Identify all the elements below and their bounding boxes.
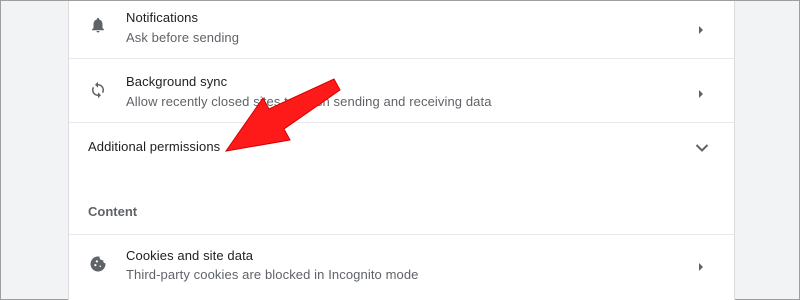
background-sync-title: Background sync <box>126 74 228 89</box>
notifications-subtitle: Ask before sending <box>126 30 240 45</box>
notifications-row[interactable]: Notifications Ask before sending <box>69 1 734 59</box>
content-section-heading: Content <box>88 204 138 219</box>
cookie-icon <box>89 255 107 273</box>
additional-permissions-label: Additional permissions <box>88 139 221 154</box>
bell-icon <box>89 16 107 34</box>
settings-card: Notifications Ask before sending Backgro… <box>68 1 735 300</box>
background-sync-subtitle: Allow recently closed sites to finish se… <box>126 94 492 109</box>
arrow-right-icon <box>696 22 706 34</box>
cookies-title: Cookies and site data <box>126 248 254 263</box>
page-background: Notifications Ask before sending Backgro… <box>0 0 800 300</box>
arrow-right-icon <box>696 86 706 98</box>
background-sync-row[interactable]: Background sync Allow recently closed si… <box>69 59 734 123</box>
cookies-subtitle: Third-party cookies are blocked in Incog… <box>126 267 419 282</box>
chevron-down-icon[interactable] <box>695 140 709 152</box>
arrow-right-icon <box>696 259 706 271</box>
additional-permissions-expander[interactable]: Additional permissions <box>69 123 734 167</box>
sync-icon <box>89 81 107 99</box>
cookies-row[interactable]: Cookies and site data Third-party cookie… <box>69 234 734 294</box>
notifications-title: Notifications <box>126 10 199 25</box>
